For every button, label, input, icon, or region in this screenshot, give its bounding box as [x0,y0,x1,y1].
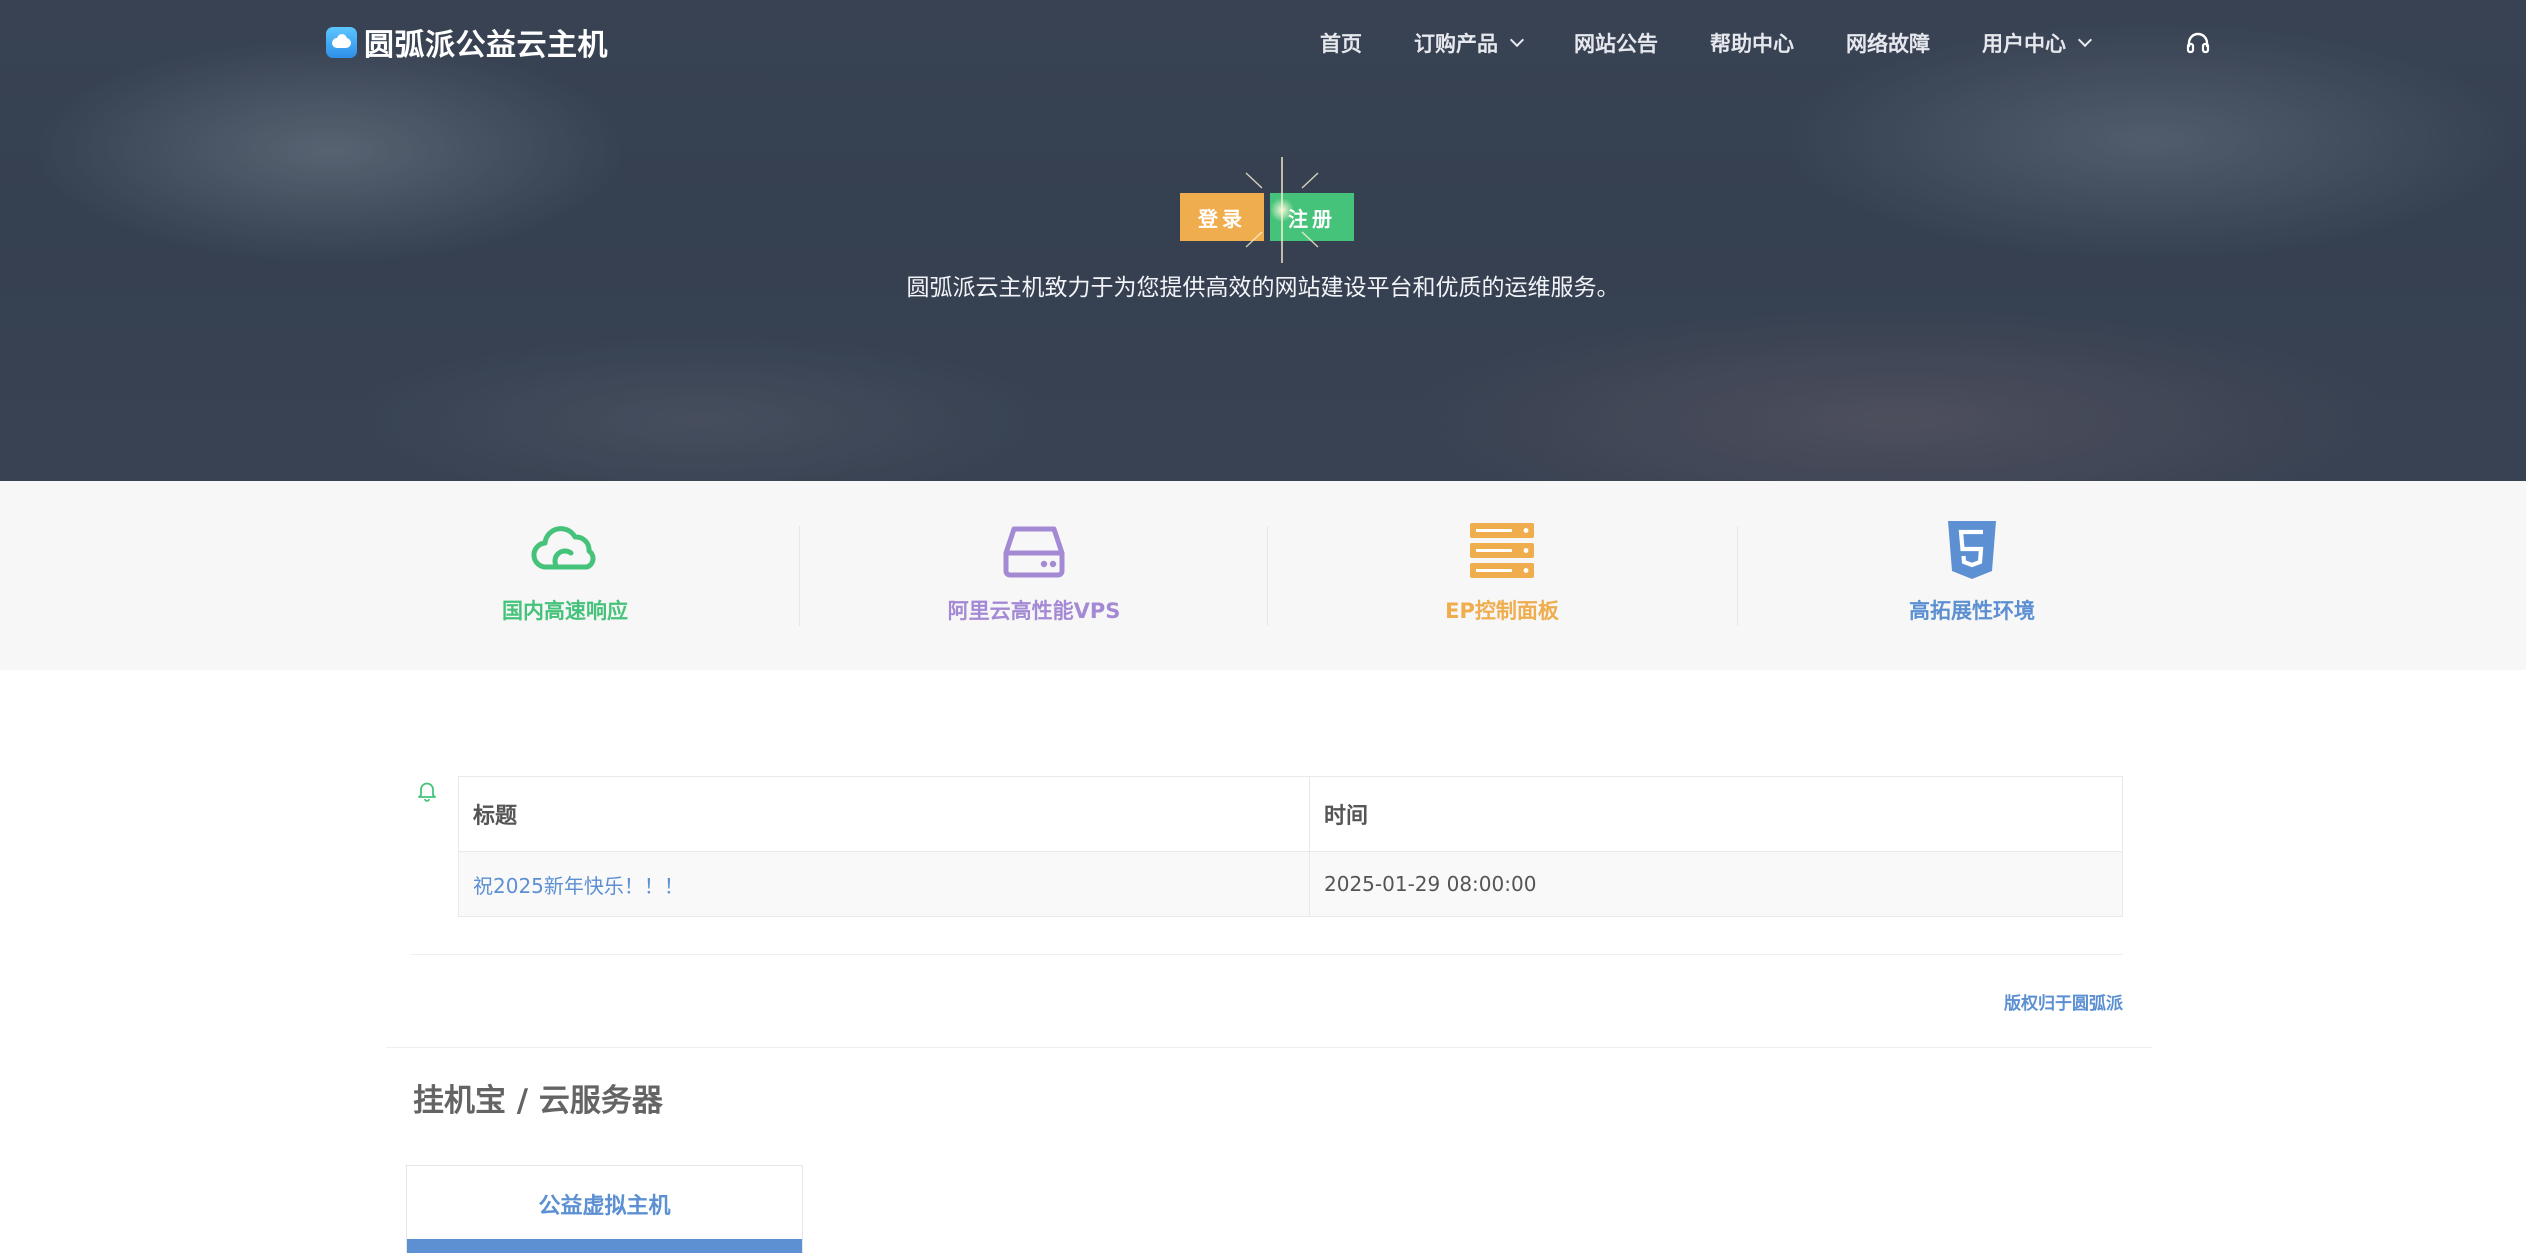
feature-aliyun-vps: 阿里云高性能VPS [799,521,1269,631]
headset-icon [2186,32,2210,54]
nav-item-order-products[interactable]: 订购产品 [1414,28,1525,58]
copyright-link[interactable]: 版权归于圆弧派 [1900,989,2123,1014]
notice-time: 2025-01-29 08:00:00 [1309,851,2123,917]
section-title: 挂机宝 / 云服务器 [413,1083,663,1119]
column-header-time: 时间 [1309,776,2123,852]
nav-item-network-issues[interactable]: 网络故障 [1846,28,1930,58]
feature-label: 阿里云高性能VPS [947,599,1121,623]
hero-tagline: 圆弧派云主机致力于为您提供高效的网站建设平台和优质的运维服务。 [906,275,1620,301]
hero-banner: 圆弧派公益云主机 首页 订购产品 网站公告 帮助中心 网络故障 用户中心 登录 … [0,0,2526,481]
column-header-title: 标题 [458,776,1310,852]
nav-item-label: 帮助中心 [1710,32,1794,56]
table-row: 祝2025新年快乐！！！ 2025-01-29 08:00:00 [458,851,2123,917]
server-icon [1470,523,1534,578]
product-card-public-vhost[interactable]: 公益虚拟主机 [406,1165,803,1253]
top-navbar: 圆弧派公益云主机 首页 订购产品 网站公告 帮助中心 网络故障 用户中心 [0,0,2526,86]
nav-item-home[interactable]: 首页 [1320,28,1362,58]
html5-icon [1948,521,1996,579]
notice-table: 标题 时间 祝2025新年快乐！！！ 2025-01-29 08:00:00 [458,776,2123,917]
feature-extensible-env: 高拓展性环境 [1737,521,2207,631]
chevron-down-icon [2077,32,2093,48]
feature-label: 国内高速响应 [502,599,628,623]
nav-item-label: 首页 [1320,32,1362,56]
cloud-icon [531,526,596,570]
cloud-logo-icon [326,26,357,58]
nav-item-label: 订购产品 [1414,32,1498,56]
feature-label: EP控制面板 [1445,599,1559,623]
feature-label: 高拓展性环境 [1909,599,2035,623]
register-button[interactable]: 注册 [1270,193,1354,241]
bell-icon [418,782,436,802]
nav-item-label: 网络故障 [1846,32,1930,56]
features-strip: 国内高速响应 阿里云高性能VPS EP控制面板 高拓展性环境 [0,481,2526,670]
divider [386,1047,2152,1048]
divider [410,954,2123,955]
notice-title-link[interactable]: 祝2025新年快乐！！！ [458,851,1310,917]
feature-ep-panel: EP控制面板 [1267,521,1737,631]
hard-drive-icon [1003,526,1065,578]
auth-buttons: 登录 注册 [1180,193,1354,241]
main-nav: 首页 订购产品 网站公告 帮助中心 网络故障 用户中心 [1320,0,2142,86]
product-name: 公益虚拟主机 [538,1194,671,1219]
nav-item-label: 用户中心 [1982,32,2066,56]
feature-fast-response: 国内高速响应 [330,521,800,631]
support-button[interactable] [2185,30,2211,56]
nav-item-label: 网站公告 [1574,32,1658,56]
product-card-header-bar [407,1239,802,1253]
login-button[interactable]: 登录 [1180,193,1264,241]
nav-item-announcements[interactable]: 网站公告 [1574,28,1658,58]
brand-link[interactable]: 圆弧派公益云主机 [326,22,608,63]
nav-item-user-center[interactable]: 用户中心 [1982,28,2093,58]
brand-name: 圆弧派公益云主机 [364,28,608,63]
nav-item-help-center[interactable]: 帮助中心 [1710,28,1794,58]
table-header-row: 标题 时间 [458,776,2123,852]
chevron-down-icon [1509,32,1525,48]
